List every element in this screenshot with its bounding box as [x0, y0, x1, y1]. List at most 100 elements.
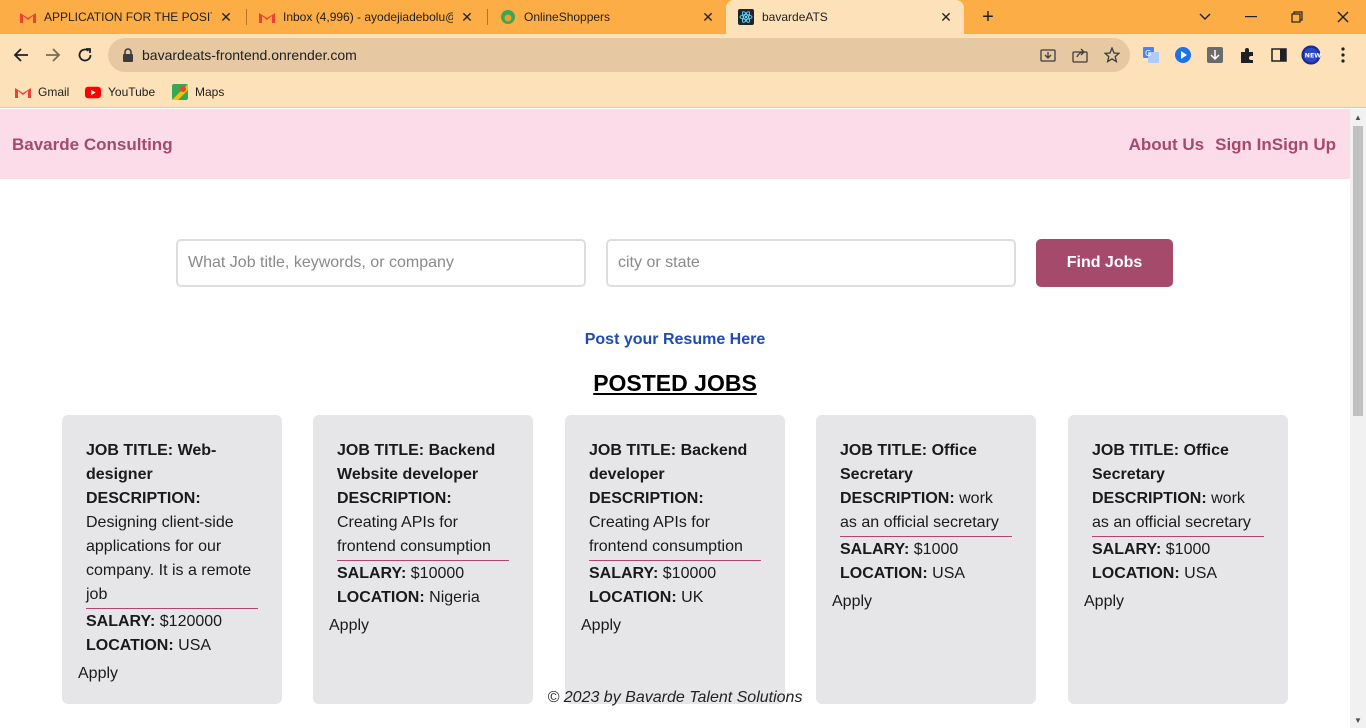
job-title: JOB TITLE: Web-designer: [86, 439, 258, 487]
browser-toolbar: bavardeats-frontend.onrender.com G NEW: [0, 34, 1366, 76]
job-description: DESCRIPTION: Creating APIs for frontend c…: [337, 487, 509, 561]
job-location-value: UK: [681, 589, 704, 606]
job-card: JOB TITLE: Backend Website developer DES…: [313, 415, 533, 704]
menu-kebab-icon[interactable]: [1333, 45, 1353, 65]
tab-bavardeats[interactable]: bavardeATS ✕: [726, 0, 964, 34]
apply-button[interactable]: Apply: [832, 593, 872, 611]
forward-icon[interactable]: [40, 42, 66, 68]
job-salary-label: SALARY:: [840, 541, 910, 558]
job-salary-label: SALARY:: [1092, 541, 1162, 558]
gmail-icon: [259, 9, 275, 25]
job-location: LOCATION: UK: [589, 586, 761, 610]
nav-sign-in[interactable]: Sign In: [1215, 135, 1272, 155]
find-jobs-button[interactable]: Find Jobs: [1036, 239, 1173, 287]
download-extension-icon[interactable]: [1205, 45, 1225, 65]
install-icon[interactable]: [1040, 47, 1056, 63]
bookmark-label: Gmail: [38, 85, 70, 99]
job-card: JOB TITLE: Backend developer DESCRIPTION…: [565, 415, 785, 704]
share-icon[interactable]: [1072, 47, 1088, 63]
job-location: LOCATION: USA: [86, 634, 258, 658]
close-icon[interactable]: ✕: [938, 9, 954, 25]
job-location-value: USA: [178, 637, 212, 654]
job-description-value: Creating APIs for frontend consumption: [589, 514, 743, 555]
job-salary: SALARY: $120000: [86, 610, 258, 634]
bookmark-youtube[interactable]: YouTube: [85, 82, 155, 102]
job-location-label: LOCATION:: [1092, 565, 1180, 582]
posted-jobs-heading: POSTED JOBS: [593, 370, 757, 396]
tab-onlineshoppers[interactable]: OnlineShoppers ✕: [488, 0, 726, 34]
page-viewport: Bavarde Consulting About Us Sign In Sign…: [0, 109, 1366, 728]
tab-title: Inbox (4,996) - ayodejiadebolu@: [283, 10, 453, 24]
apply-button[interactable]: Apply: [78, 665, 118, 683]
apply-button[interactable]: Apply: [581, 617, 621, 635]
scroll-up-icon[interactable]: ▲: [1350, 109, 1366, 125]
post-resume-link: Post your Resume Here: [0, 331, 1350, 349]
job-salary-value: $120000: [159, 613, 223, 630]
scroll-down-icon[interactable]: ▼: [1350, 712, 1366, 728]
job-description-label: DESCRIPTION:: [337, 490, 452, 507]
apply-button[interactable]: Apply: [329, 617, 369, 635]
player-extension-icon[interactable]: [1173, 45, 1193, 65]
maps-icon: [172, 84, 188, 100]
job-location-value: Nigeria: [429, 589, 480, 606]
bookmark-label: Maps: [195, 85, 225, 99]
job-title-label: JOB TITLE:: [337, 442, 425, 459]
tab-inbox[interactable]: Inbox (4,996) - ayodejiadebolu@ ✕: [247, 0, 485, 34]
job-location-label: LOCATION:: [337, 589, 425, 606]
job-location-label: LOCATION:: [840, 565, 928, 582]
gmail-icon: [20, 9, 36, 25]
minimize-icon[interactable]: [1228, 0, 1274, 34]
job-description: DESCRIPTION: work as an official secreta…: [840, 487, 1012, 537]
close-icon[interactable]: ✕: [218, 9, 234, 25]
post-resume-link-text[interactable]: Post your Resume Here: [585, 331, 766, 348]
reload-icon[interactable]: [72, 42, 98, 68]
job-salary-label: SALARY:: [589, 565, 659, 582]
youtube-icon: [85, 84, 101, 100]
window-close-icon[interactable]: [1320, 0, 1366, 34]
bookmark-maps[interactable]: Maps: [172, 82, 224, 102]
job-salary-value: $10000: [410, 565, 465, 582]
job-card: JOB TITLE: Office Secretary DESCRIPTION:…: [816, 415, 1036, 704]
nav-sign-up[interactable]: Sign Up: [1272, 135, 1336, 155]
side-panel-icon[interactable]: [1269, 45, 1289, 65]
scrollbar-thumb[interactable]: [1353, 126, 1363, 416]
job-description-label: DESCRIPTION:: [589, 490, 704, 507]
section-title: POSTED JOBS: [0, 370, 1350, 397]
site-header: Bavarde Consulting About Us Sign In Sign…: [0, 109, 1350, 179]
restore-icon[interactable]: [1274, 0, 1320, 34]
back-icon[interactable]: [8, 42, 34, 68]
tab-title: bavardeATS: [762, 10, 828, 24]
job-title-label: JOB TITLE:: [86, 442, 174, 459]
keyword-search-input[interactable]: [176, 239, 586, 287]
star-icon[interactable]: [1103, 46, 1121, 63]
extensions-puzzle-icon[interactable]: [1237, 45, 1257, 65]
job-description-value: Creating APIs for frontend consumption: [337, 514, 491, 555]
bookmark-gmail[interactable]: Gmail: [15, 82, 69, 102]
location-search-input[interactable]: [606, 239, 1016, 287]
brand-logo-text[interactable]: Bavarde Consulting: [12, 135, 173, 155]
job-title: JOB TITLE: Backend Website developer: [337, 439, 509, 487]
site-nav: About Us Sign In Sign Up: [1129, 135, 1336, 155]
nav-about-us[interactable]: About Us: [1129, 135, 1205, 155]
job-location-value: USA: [1184, 565, 1218, 582]
new-tab-icon[interactable]: +: [976, 5, 1000, 29]
lock-icon[interactable]: [120, 47, 136, 63]
profile-avatar-icon[interactable]: NEW: [1301, 45, 1321, 65]
tab-search-icon[interactable]: [1182, 0, 1228, 34]
job-description: DESCRIPTION: work as an official secreta…: [1092, 487, 1264, 537]
job-title: JOB TITLE: Office Secretary: [1092, 439, 1264, 487]
job-description-label: DESCRIPTION:: [1092, 490, 1207, 507]
job-description-label: DESCRIPTION:: [840, 490, 955, 507]
job-title-label: JOB TITLE:: [1092, 442, 1180, 459]
job-title-label: JOB TITLE:: [840, 442, 928, 459]
close-icon[interactable]: ✕: [459, 9, 475, 25]
vertical-scrollbar[interactable]: ▲ ▼: [1350, 109, 1366, 728]
translate-extension-icon[interactable]: G: [1141, 45, 1161, 65]
job-salary: SALARY: $1000: [1092, 538, 1264, 562]
address-bar[interactable]: bavardeats-frontend.onrender.com: [108, 38, 1130, 72]
apply-button[interactable]: Apply: [1084, 593, 1124, 611]
close-icon[interactable]: ✕: [700, 9, 716, 25]
job-location: LOCATION: Nigeria: [337, 586, 509, 610]
job-salary: SALARY: $10000: [589, 562, 761, 586]
tab-application[interactable]: APPLICATION FOR THE POSITION ✕: [8, 0, 244, 34]
